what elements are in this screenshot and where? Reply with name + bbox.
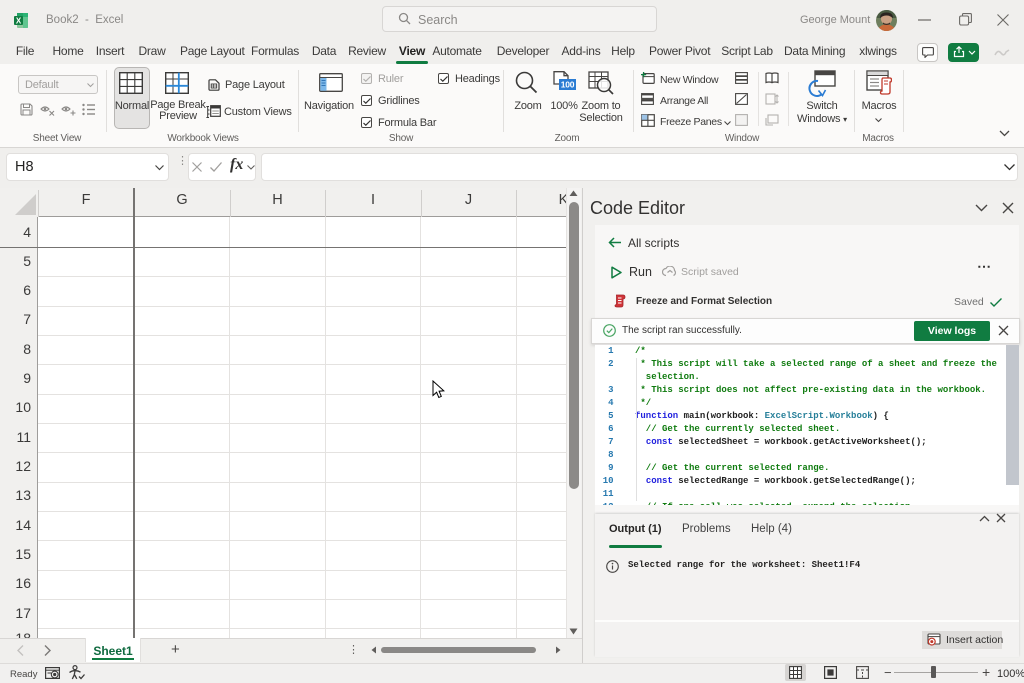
svg-text:100: 100: [561, 80, 575, 90]
svg-text:X: X: [16, 17, 22, 26]
